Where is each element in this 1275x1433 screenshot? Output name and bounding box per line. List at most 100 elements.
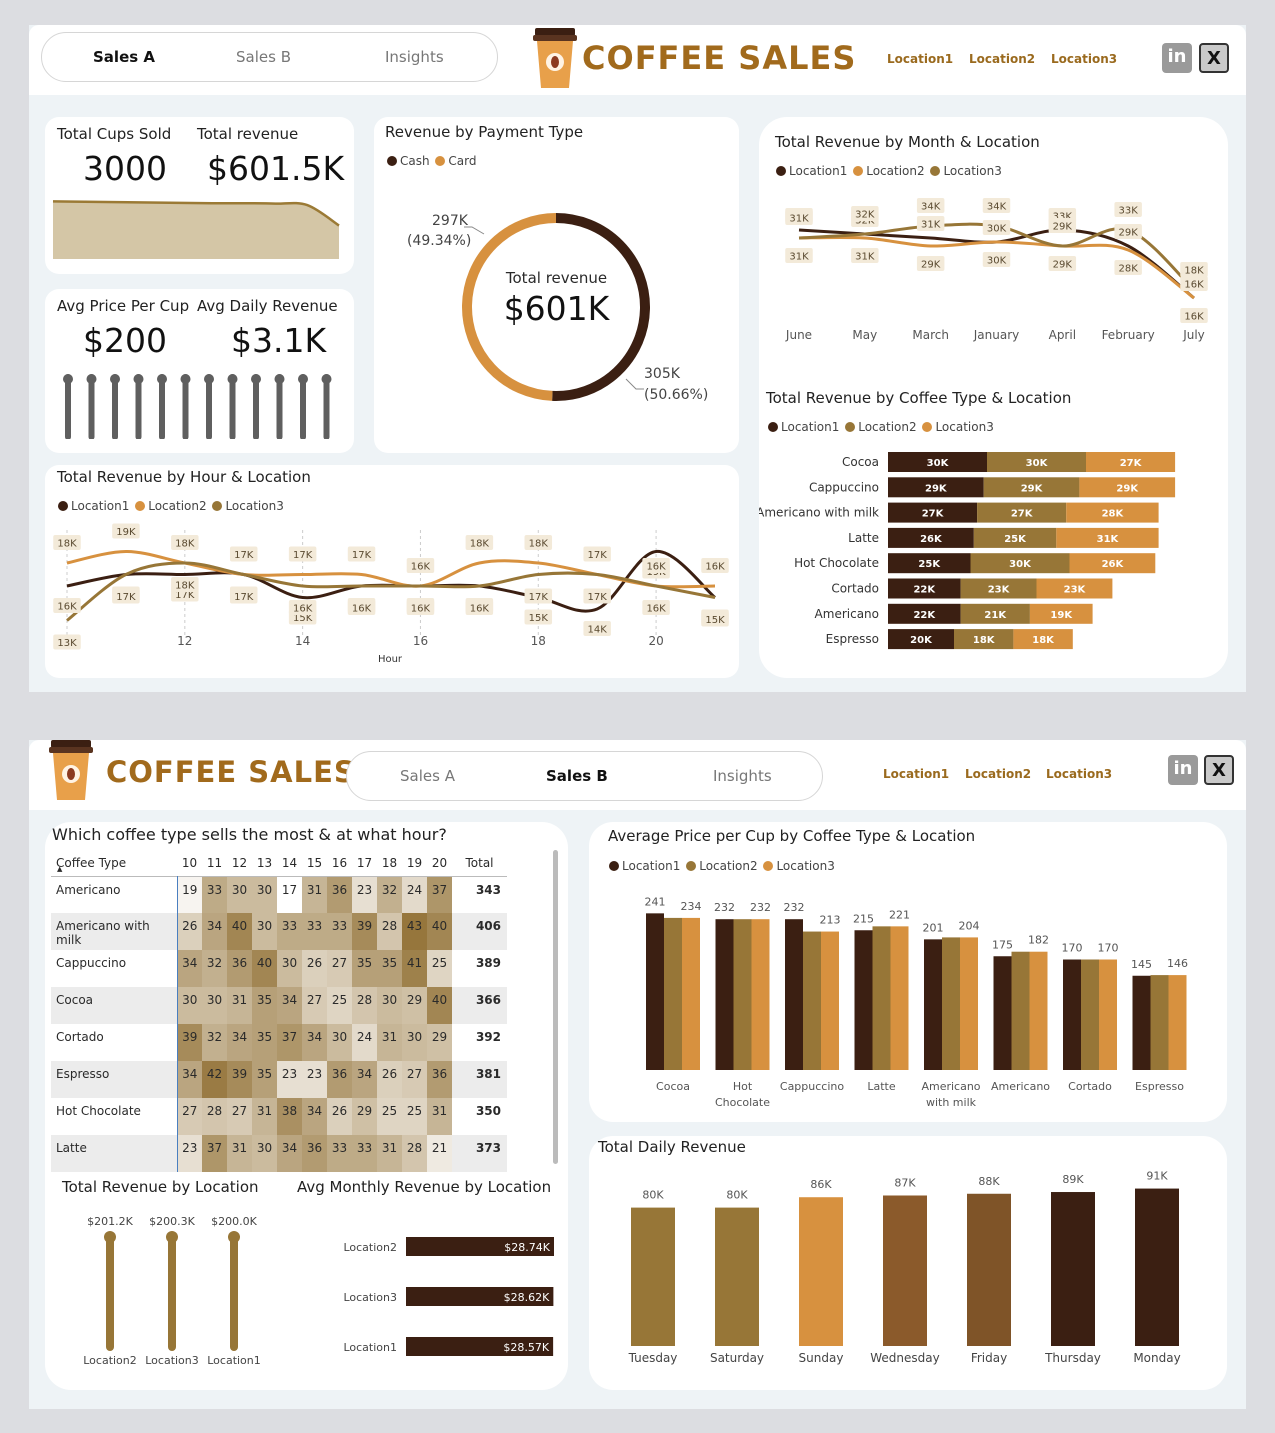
heatmap-cell[interactable]: 37: [427, 876, 452, 913]
location1-filter-b[interactable]: Location1: [883, 767, 949, 781]
heatmap-cell[interactable]: 35: [252, 987, 277, 1024]
heatmap-cell[interactable]: 40: [427, 987, 452, 1024]
heatmap-cell[interactable]: 25: [427, 950, 452, 987]
heatmap-cell[interactable]: 23: [177, 1135, 202, 1172]
heatmap-col-coffee-type[interactable]: Coffee Type ▲: [51, 850, 177, 876]
heatmap-cell[interactable]: 31: [227, 987, 252, 1024]
heatmap-cell[interactable]: 27: [327, 950, 352, 987]
heatmap-cell[interactable]: 31: [252, 1098, 277, 1135]
heatmap-cell[interactable]: 29: [402, 987, 427, 1024]
heatmap-cell[interactable]: 30: [202, 987, 227, 1024]
nav-sales-a-b[interactable]: Sales A: [400, 767, 455, 785]
heatmap-cell[interactable]: 40: [227, 913, 252, 950]
heatmap-cell[interactable]: 24: [402, 876, 427, 913]
heatmap-cell[interactable]: 30: [252, 913, 277, 950]
heatmap-hour-header[interactable]: 20: [427, 850, 452, 876]
heatmap-cell[interactable]: 19: [177, 876, 202, 913]
nav-sales-a[interactable]: Sales A: [93, 48, 155, 66]
location2-filter-b[interactable]: Location2: [965, 767, 1031, 781]
heatmap-cell[interactable]: 26: [377, 1061, 402, 1098]
heatmap-cell[interactable]: 35: [252, 1061, 277, 1098]
heatmap-cell[interactable]: 39: [177, 1024, 202, 1061]
heatmap-cell[interactable]: 43: [402, 913, 427, 950]
heatmap-hour-header[interactable]: 17: [352, 850, 377, 876]
heatmap-cell[interactable]: 31: [302, 876, 327, 913]
heatmap-cell[interactable]: 35: [352, 950, 377, 987]
heatmap-cell[interactable]: 33: [352, 1135, 377, 1172]
heatmap-cell[interactable]: 34: [302, 1024, 327, 1061]
location3-filter-b[interactable]: Location3: [1046, 767, 1112, 781]
heatmap-total-header[interactable]: Total: [452, 850, 507, 876]
heatmap-cell[interactable]: 35: [252, 1024, 277, 1061]
heatmap-cell[interactable]: 25: [327, 987, 352, 1024]
x-icon-b[interactable]: X: [1204, 755, 1234, 785]
nav-insights-b[interactable]: Insights: [713, 767, 772, 785]
heatmap-cell[interactable]: 31: [377, 1135, 402, 1172]
heatmap-cell[interactable]: 34: [277, 1135, 302, 1172]
heatmap-hour-header[interactable]: 14: [277, 850, 302, 876]
heatmap-cell[interactable]: 30: [227, 876, 252, 913]
heatmap-cell[interactable]: 33: [202, 876, 227, 913]
heatmap-cell[interactable]: 23: [302, 1061, 327, 1098]
heatmap-cell[interactable]: 31: [427, 1098, 452, 1135]
heatmap-cell[interactable]: 30: [252, 876, 277, 913]
heatmap-cell[interactable]: 27: [302, 987, 327, 1024]
heatmap-cell[interactable]: 30: [327, 1024, 352, 1061]
heatmap-row[interactable]: Americano with milk 26 34 40 30 33 33 33 39 28 43 4…: [51, 913, 507, 950]
linkedin-icon-b[interactable]: in: [1168, 755, 1198, 785]
heatmap-cell[interactable]: 29: [427, 1024, 452, 1061]
heatmap-cell[interactable]: 24: [352, 1024, 377, 1061]
heatmap-hour-header[interactable]: 13: [252, 850, 277, 876]
heatmap-cell[interactable]: 39: [227, 1061, 252, 1098]
heatmap-cell[interactable]: 26: [177, 913, 202, 950]
heatmap-cell[interactable]: 32: [377, 876, 402, 913]
heatmap-cell[interactable]: 34: [177, 1061, 202, 1098]
heatmap-cell[interactable]: 23: [352, 876, 377, 913]
nav-sales-b[interactable]: Sales B: [236, 48, 291, 66]
heatmap-cell[interactable]: 39: [352, 913, 377, 950]
heatmap-row[interactable]: Hot Chocolate 27 28 27 31 38 34 26 29 25 25 31 350: [51, 1098, 507, 1135]
heatmap-cell[interactable]: 30: [377, 987, 402, 1024]
linkedin-icon[interactable]: in: [1162, 43, 1192, 73]
heatmap-cell[interactable]: 33: [302, 913, 327, 950]
nav-sales-b-b[interactable]: Sales B: [546, 767, 608, 785]
heatmap-row[interactable]: Cortado 39 32 34 35 37 34 30 24 31 30 29 392: [51, 1024, 507, 1061]
heatmap-cell[interactable]: 26: [302, 950, 327, 987]
heatmap-cell[interactable]: 33: [277, 913, 302, 950]
heatmap-row[interactable]: Americano 19 33 30 30 17 31 36 23 32 24 37 343: [51, 876, 507, 913]
heatmap-cell[interactable]: 25: [402, 1098, 427, 1135]
heatmap-cell[interactable]: 32: [202, 950, 227, 987]
heatmap-cell[interactable]: 26: [327, 1098, 352, 1135]
heatmap-scrollbar[interactable]: [553, 850, 558, 1164]
heatmap-cell[interactable]: 33: [327, 1135, 352, 1172]
heatmap-hour-header[interactable]: 15: [302, 850, 327, 876]
heatmap-cell[interactable]: 40: [252, 950, 277, 987]
heatmap-cell[interactable]: 35: [377, 950, 402, 987]
heatmap-cell[interactable]: 21: [427, 1135, 452, 1172]
heatmap-cell[interactable]: 34: [352, 1061, 377, 1098]
heatmap-cell[interactable]: 34: [227, 1024, 252, 1061]
heatmap-hour-header[interactable]: 10: [177, 850, 202, 876]
heatmap-row[interactable]: Cocoa 30 30 31 35 34 27 25 28 30 29 40 366: [51, 987, 507, 1024]
heatmap-row[interactable]: Latte 23 37 31 30 34 36 33 33 31 28 21 373: [51, 1135, 507, 1172]
heatmap-cell[interactable]: 36: [227, 950, 252, 987]
heatmap-cell[interactable]: 28: [402, 1135, 427, 1172]
heatmap-hour-header[interactable]: 19: [402, 850, 427, 876]
heatmap-hour-header[interactable]: 11: [202, 850, 227, 876]
heatmap-cell[interactable]: 36: [327, 1061, 352, 1098]
heatmap-cell[interactable]: 28: [202, 1098, 227, 1135]
heatmap-cell[interactable]: 30: [177, 987, 202, 1024]
heatmap-row[interactable]: Cappuccino 34 32 36 40 30 26 27 35 35 41 25 389: [51, 950, 507, 987]
heatmap-cell[interactable]: 31: [377, 1024, 402, 1061]
heatmap-hour-header[interactable]: 18: [377, 850, 402, 876]
heatmap-cell[interactable]: 38: [277, 1098, 302, 1135]
heatmap-cell[interactable]: 36: [327, 876, 352, 913]
heatmap-cell[interactable]: 29: [352, 1098, 377, 1135]
heatmap-cell[interactable]: 34: [277, 987, 302, 1024]
heatmap-cell[interactable]: 28: [352, 987, 377, 1024]
heatmap-cell[interactable]: 30: [252, 1135, 277, 1172]
heatmap-cell[interactable]: 17: [277, 876, 302, 913]
heatmap-cell[interactable]: 27: [402, 1061, 427, 1098]
heatmap-hour-header[interactable]: 16: [327, 850, 352, 876]
heatmap-cell[interactable]: 32: [202, 1024, 227, 1061]
